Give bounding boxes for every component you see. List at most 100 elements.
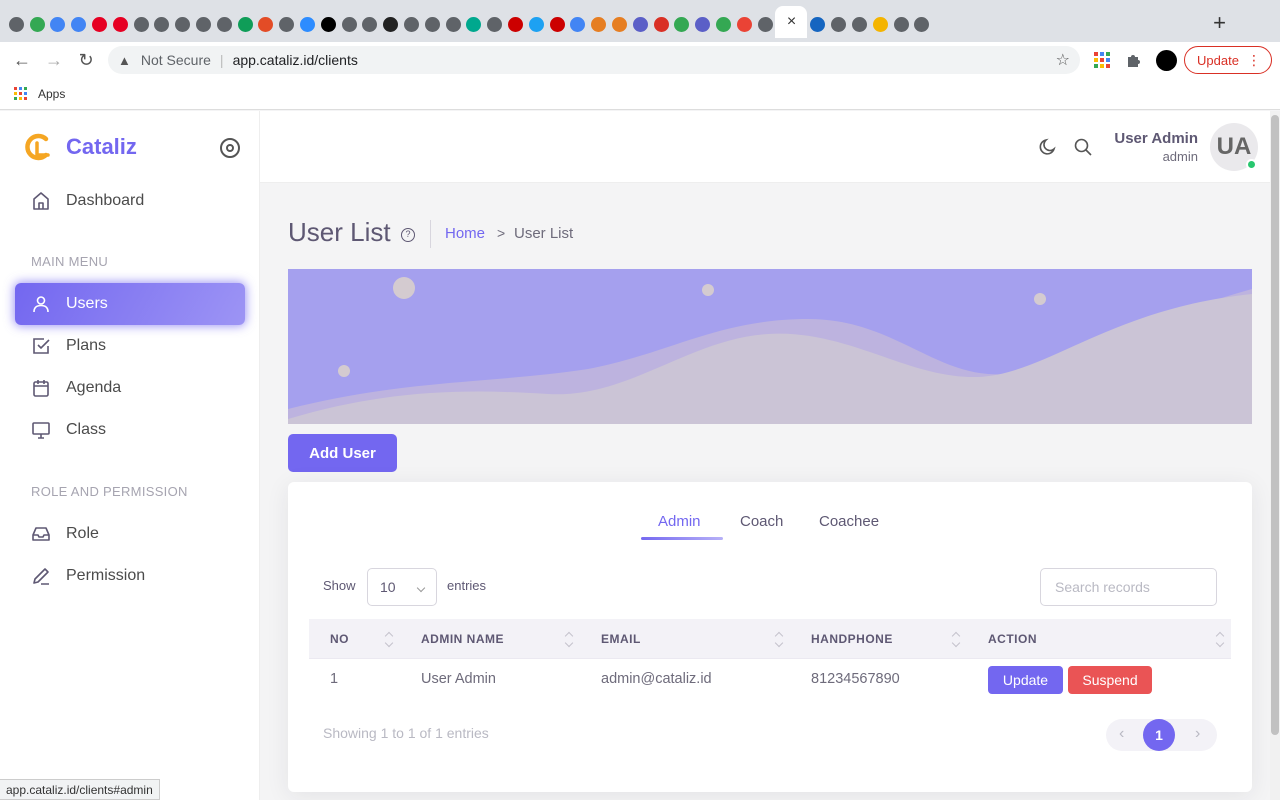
tab-favicon[interactable]: [318, 10, 339, 38]
puzzle-extension-icon[interactable]: [1123, 49, 1145, 71]
tab-favicon[interactable]: [422, 10, 443, 38]
page-1-button[interactable]: 1: [1143, 719, 1175, 751]
tab-favicon[interactable]: [443, 10, 464, 38]
tab-favicon[interactable]: [828, 10, 849, 38]
tab-favicon[interactable]: [630, 10, 651, 38]
sort-icon[interactable]: [1216, 631, 1224, 647]
update-user-button[interactable]: Update: [988, 666, 1063, 694]
breadcrumb-home[interactable]: Home: [445, 225, 485, 242]
tab-favicon[interactable]: [214, 10, 235, 38]
moon-icon[interactable]: [1038, 137, 1058, 157]
sidebar-item-users[interactable]: Users: [15, 283, 245, 325]
reload-icon[interactable]: ↻: [74, 48, 98, 72]
search-records-input[interactable]: [1040, 568, 1217, 606]
address-bar[interactable]: ▲ Not Secure | app.cataliz.id/clients ☆: [108, 46, 1080, 74]
sidebar-item-plans[interactable]: Plans: [15, 325, 245, 367]
tab-favicon[interactable]: [339, 10, 360, 38]
sort-icon[interactable]: [952, 631, 960, 647]
column-header-email[interactable]: EMAIL: [601, 632, 641, 646]
page-scrollbar-thumb[interactable]: [1271, 115, 1279, 735]
browser-update-button[interactable]: Update ⋮: [1184, 46, 1272, 74]
tab-favicon[interactable]: [911, 10, 932, 38]
brand-name: Cataliz: [66, 134, 137, 159]
tab-favicon[interactable]: [193, 10, 214, 38]
entries-per-page-select[interactable]: 10: [367, 568, 437, 606]
sidebar-item-dashboard[interactable]: Dashboard: [15, 180, 245, 222]
next-page-icon[interactable]: ›: [1195, 725, 1200, 743]
tab-favicon[interactable]: [568, 10, 589, 38]
sidebar-item-class[interactable]: Class: [15, 409, 245, 451]
collapse-sidebar-icon[interactable]: [220, 138, 240, 158]
tab-favicon[interactable]: [256, 10, 277, 38]
calendar-icon: [31, 378, 51, 398]
tab-favicon[interactable]: [380, 10, 401, 38]
tab-favicon[interactable]: [27, 10, 48, 38]
tab-admin[interactable]: Admin: [658, 513, 701, 530]
column-header-handphone[interactable]: HANDPHONE: [811, 632, 893, 646]
tab-coach[interactable]: Coach: [740, 513, 783, 530]
sidebar-item-agenda[interactable]: Agenda: [15, 367, 245, 409]
forward-icon[interactable]: →: [42, 48, 66, 72]
page-title: User List: [288, 217, 391, 247]
sort-icon[interactable]: [565, 631, 573, 647]
bookmark-star-icon[interactable]: ☆: [1056, 50, 1070, 70]
profile-avatar-icon[interactable]: [1155, 49, 1177, 71]
tab-favicon[interactable]: [588, 10, 609, 38]
tab-favicon[interactable]: [526, 10, 547, 38]
tab-favicon[interactable]: [755, 10, 776, 38]
tab-favicon[interactable]: [360, 10, 381, 38]
tab-favicon[interactable]: [692, 10, 713, 38]
pen-icon: [31, 566, 51, 586]
tab-favicon[interactable]: [172, 10, 193, 38]
tab-favicon[interactable]: [110, 10, 131, 38]
tab-favicon[interactable]: [609, 10, 630, 38]
tab-favicon[interactable]: [401, 10, 422, 38]
bookmark-apps[interactable]: Apps: [38, 87, 65, 101]
column-header-admin-name[interactable]: ADMIN NAME: [421, 632, 504, 646]
tab-favicon[interactable]: [276, 10, 297, 38]
previous-page-icon[interactable]: ‹: [1119, 725, 1124, 743]
sidebar-item-permission[interactable]: Permission: [15, 555, 245, 597]
tab-favicon[interactable]: [68, 10, 89, 38]
tab-favicon[interactable]: [89, 10, 110, 38]
tab-favicon[interactable]: [235, 10, 256, 38]
tab-favicon[interactable]: [484, 10, 505, 38]
brand[interactable]: Cataliz: [24, 133, 137, 161]
tab-favicon[interactable]: [131, 10, 152, 38]
tab-favicon[interactable]: [870, 10, 891, 38]
tab-favicon[interactable]: [297, 10, 318, 38]
sort-icon[interactable]: [775, 631, 783, 647]
active-tab-close-icon[interactable]: ×: [775, 6, 808, 38]
tab-favicon[interactable]: [734, 10, 755, 38]
tab-favicon[interactable]: [807, 10, 828, 38]
back-icon[interactable]: ←: [10, 48, 34, 72]
tab-favicon[interactable]: [651, 10, 672, 38]
help-icon[interactable]: ?: [401, 228, 415, 242]
search-icon[interactable]: [1073, 137, 1093, 157]
add-user-button[interactable]: Add User: [288, 434, 397, 472]
column-header-no[interactable]: NO: [330, 632, 349, 646]
tab-coachee[interactable]: Coachee: [819, 513, 879, 530]
favicon-icon: [154, 16, 170, 32]
tab-favicon[interactable]: [505, 10, 526, 38]
tab-favicon[interactable]: [891, 10, 912, 38]
favicon-icon: [92, 16, 108, 32]
sort-icon[interactable]: [385, 631, 393, 647]
omnibox-divider: |: [219, 52, 224, 68]
sidebar-item-role[interactable]: Role: [15, 513, 245, 555]
favicon-icon: [549, 16, 565, 32]
suspend-user-button[interactable]: Suspend: [1068, 666, 1152, 694]
tab-favicon[interactable]: [547, 10, 568, 38]
favicon-icon: [445, 16, 461, 32]
tab-favicon[interactable]: [48, 10, 69, 38]
favicon-icon: [112, 16, 128, 32]
tab-favicon[interactable]: [849, 10, 870, 38]
tab-favicon[interactable]: [464, 10, 485, 38]
tab-favicon[interactable]: [6, 10, 27, 38]
favicon-icon: [237, 16, 253, 32]
tab-favicon[interactable]: [152, 10, 173, 38]
tab-favicon[interactable]: [713, 10, 734, 38]
new-tab-icon[interactable]: +: [1213, 12, 1226, 34]
apps-grid-extension-icon[interactable]: [1091, 49, 1113, 71]
tab-favicon[interactable]: [672, 10, 693, 38]
